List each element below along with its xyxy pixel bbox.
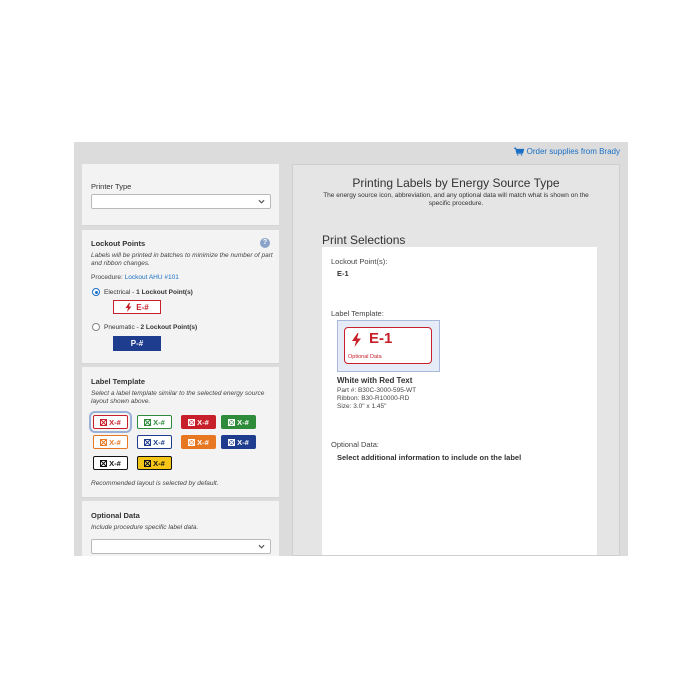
template-option-text: X-# xyxy=(153,437,165,447)
electrical-tag-text: E-# xyxy=(136,302,149,312)
pneumatic-tag-text: P-# xyxy=(130,339,144,348)
electrical-option[interactable]: Electrical - 1 Lockout Point(s) xyxy=(92,288,193,296)
template-option-text: X-# xyxy=(109,437,121,447)
pneumatic-option[interactable]: Pneumatic - 2 Lockout Point(s) xyxy=(92,323,197,331)
electrical-radio[interactable] xyxy=(92,288,100,296)
optional-data-select[interactable] xyxy=(91,539,271,554)
lightning-bolt-icon xyxy=(352,333,361,347)
template-option[interactable]: X-# xyxy=(137,415,172,429)
procedure-line: Procedure: Lockout AHU #101 xyxy=(91,274,179,281)
label-template-title: Label Template xyxy=(91,377,146,386)
lockout-help-text: Labels will be printed in batches to min… xyxy=(91,252,273,267)
settings-column: Printer Type Lockout Points ? Labels wil… xyxy=(82,164,279,556)
page-title: Printing Labels by Energy Source Type xyxy=(352,176,560,190)
chevron-down-icon xyxy=(258,544,265,549)
pneumatic-count: 2 Lockout Point(s) xyxy=(140,323,198,331)
template-option-text: X-# xyxy=(197,417,209,427)
label-template-help: Select a label template similar to the s… xyxy=(91,390,265,405)
template-option[interactable]: X-# xyxy=(221,435,256,449)
energy-placeholder-icon xyxy=(188,418,196,426)
template-option[interactable]: X-# xyxy=(89,411,132,433)
template-option[interactable]: X-# xyxy=(137,456,172,470)
print-preview-column: Printing Labels by Energy Source Type Th… xyxy=(292,164,620,556)
template-option-text: X-# xyxy=(237,417,249,427)
template-option[interactable]: X-# xyxy=(137,435,172,449)
template-part-number: Part #: B30C-3000-595-WT xyxy=(337,387,417,394)
template-option-text: X-# xyxy=(237,437,249,447)
pneumatic-radio[interactable] xyxy=(92,323,100,331)
procedure-label: Procedure: xyxy=(91,274,123,281)
template-option-text: X-# xyxy=(153,417,165,427)
lockout-points-label: Lockout Point(s): xyxy=(331,257,388,266)
page-subtitle: The energy source icon, abbreviation, an… xyxy=(323,192,589,207)
template-option[interactable]: X-# xyxy=(93,435,128,449)
optional-data-instructions: Select additional information to include… xyxy=(337,453,522,462)
optional-data-label: Optional Data: xyxy=(331,440,379,449)
label-preview-face: E-1 Optional Data xyxy=(344,327,432,364)
printer-panel: Printer Type xyxy=(82,164,279,226)
order-supplies-link[interactable]: Order supplies from Brady xyxy=(513,147,620,156)
optional-data-panel: Optional Data Include procedure specific… xyxy=(82,501,279,556)
template-ribbon: Ribbon: B30-R10000-RD xyxy=(337,395,410,402)
energy-placeholder-icon xyxy=(100,438,108,446)
label-preview-code: E-1 xyxy=(369,330,393,347)
lockout-points-panel: Lockout Points ? Labels will be printed … xyxy=(82,230,279,364)
energy-placeholder-icon xyxy=(228,438,236,446)
template-name: White with Red Text xyxy=(337,376,413,385)
electrical-tag: E-# xyxy=(113,300,161,314)
electrical-count: 1 Lockout Point(s) xyxy=(136,288,193,296)
cart-icon xyxy=(513,147,524,156)
energy-placeholder-icon xyxy=(188,438,196,446)
order-supplies-label: Order supplies from Brady xyxy=(526,147,620,156)
procedure-link[interactable]: Lockout AHU #101 xyxy=(125,274,179,281)
template-option-text: X-# xyxy=(109,458,121,468)
energy-placeholder-icon xyxy=(144,459,152,467)
template-option[interactable]: X-# xyxy=(181,435,216,449)
printer-type-select[interactable] xyxy=(91,194,271,209)
energy-placeholder-icon xyxy=(100,418,108,426)
printer-type-label: Printer Type xyxy=(91,182,132,191)
label-print-app: Order supplies from Brady Printer Type L… xyxy=(74,142,628,556)
template-size: Size: 3.0" x 1.45" xyxy=(337,403,387,410)
pneumatic-tag: P-# xyxy=(113,336,161,351)
template-option-text: X-# xyxy=(153,458,165,468)
template-option-text: X-# xyxy=(109,417,121,427)
recommended-note: Recommended layout is selected by defaul… xyxy=(91,480,219,487)
pneumatic-source: Pneumatic - xyxy=(104,323,141,331)
optional-data-title: Optional Data xyxy=(91,511,140,520)
energy-placeholder-icon xyxy=(144,438,152,446)
label-preview: E-1 Optional Data xyxy=(337,320,440,372)
label-template-label: Label Template: xyxy=(331,309,384,318)
print-selections-heading: Print Selections xyxy=(322,233,406,247)
print-selections-card: Lockout Point(s): E-1 Label Template: E-… xyxy=(322,247,597,555)
energy-placeholder-icon xyxy=(100,459,108,467)
optional-data-help: Include procedure specific label data. xyxy=(91,524,199,531)
electrical-source: Electrical - xyxy=(104,288,137,296)
help-icon[interactable]: ? xyxy=(260,238,270,248)
template-option[interactable]: X-# xyxy=(181,415,216,429)
label-preview-optional: Optional Data xyxy=(348,354,382,360)
energy-placeholder-icon xyxy=(228,418,236,426)
template-option[interactable]: X-# xyxy=(93,456,128,470)
label-template-panel: Label Template Select a label template s… xyxy=(82,367,279,498)
lockout-points-value: E-1 xyxy=(337,269,349,278)
template-option[interactable]: X-# xyxy=(221,415,256,429)
template-option-text: X-# xyxy=(197,437,209,447)
top-bar: Order supplies from Brady xyxy=(74,142,628,162)
chevron-down-icon xyxy=(258,199,265,204)
lightning-bolt-icon xyxy=(125,302,132,312)
lockout-points-title: Lockout Points xyxy=(91,239,146,248)
energy-placeholder-icon xyxy=(144,418,152,426)
